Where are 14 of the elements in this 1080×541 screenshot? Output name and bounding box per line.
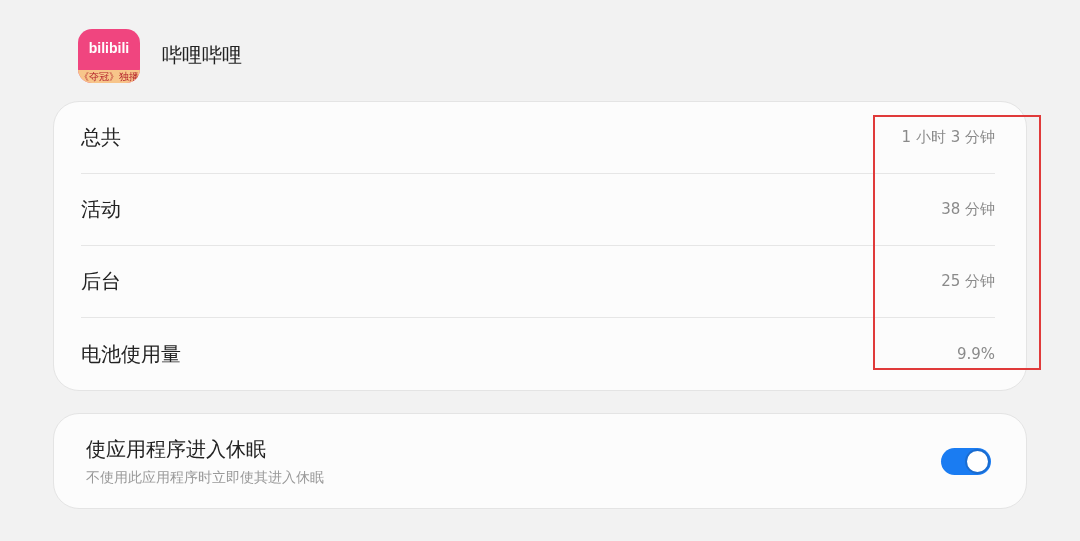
app-name: 哔哩哔哩 <box>162 42 242 69</box>
usage-value: 25 分钟 <box>941 272 995 291</box>
usage-label: 总共 <box>81 124 121 151</box>
usage-label: 活动 <box>81 196 121 223</box>
logo-banner: 《夺冠》独播 <box>78 69 140 83</box>
usage-value: 38 分钟 <box>941 200 995 219</box>
logo-text: bilibili <box>88 39 130 56</box>
setting-description: 不使用此应用程序时立即使其进入休眠 <box>86 468 324 487</box>
usage-label: 电池使用量 <box>81 340 181 368</box>
usage-value: 1 小时 3 分钟 <box>901 128 995 147</box>
usage-label: 后台 <box>81 268 121 295</box>
sleep-toggle[interactable] <box>941 447 991 475</box>
setting-title: 使应用程序进入休眠 <box>86 435 267 463</box>
usage-value: 9.9% <box>956 345 995 363</box>
